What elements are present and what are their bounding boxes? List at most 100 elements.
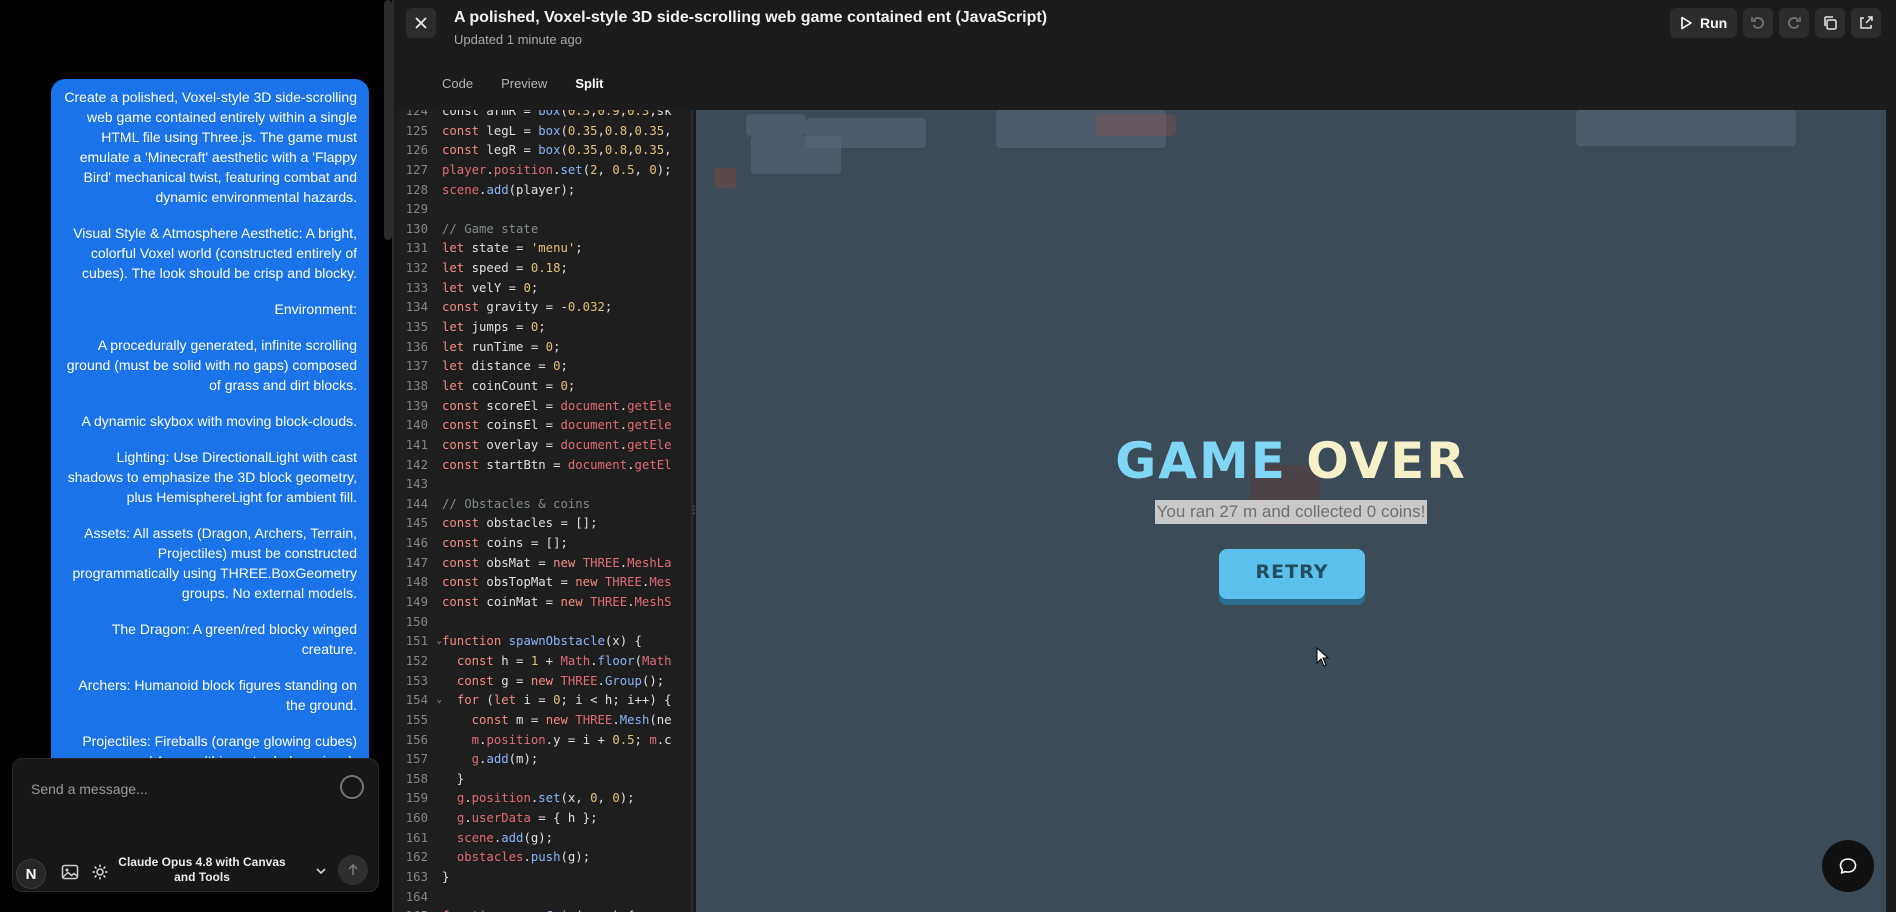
code-line[interactable]: 147 const obsMat = new THREE.MeshLa bbox=[398, 554, 691, 574]
code-line[interactable]: 158 } bbox=[398, 770, 691, 790]
code-line[interactable]: 161 scene.add(g); bbox=[398, 829, 691, 849]
code-line[interactable]: 132 let speed = 0.18; bbox=[398, 259, 691, 279]
chat-scrollbar[interactable] bbox=[384, 0, 392, 240]
line-number: 156 bbox=[405, 732, 428, 747]
code-line[interactable]: 163} bbox=[398, 868, 691, 888]
code-text: const overlay = document.getEle bbox=[442, 437, 672, 452]
line-number: 155 bbox=[405, 712, 428, 727]
code-text: let velY = 0; bbox=[442, 280, 539, 295]
chevron-down-icon[interactable] bbox=[315, 865, 327, 877]
code-line[interactable]: 145 const obstacles = []; bbox=[398, 514, 691, 534]
code-line[interactable]: 127 player.position.set(2, 0.5, 0); bbox=[398, 161, 691, 181]
code-line[interactable]: 137 let distance = 0; bbox=[398, 357, 691, 377]
code-text: // Game state bbox=[442, 221, 539, 236]
line-number: 157 bbox=[405, 752, 428, 767]
code-line[interactable]: 136 let runTime = 0; bbox=[398, 338, 691, 358]
chat-history[interactable]: Create a polished, Voxel-style 3D side-s… bbox=[0, 0, 392, 758]
line-number: 162 bbox=[405, 850, 428, 865]
code-line[interactable]: 129 bbox=[398, 200, 691, 220]
code-text: let jumps = 0; bbox=[442, 320, 546, 335]
code-line[interactable]: 124 const armR = box(0.3,0.9,0.3,sk bbox=[398, 110, 691, 122]
code-text: g.add(m); bbox=[471, 752, 539, 767]
code-line[interactable]: 154 ⌄ for (let i = 0; i < h; i++) { bbox=[398, 691, 691, 711]
line-number: 134 bbox=[405, 300, 428, 315]
code-line[interactable]: 134 const gravity = -0.032; bbox=[398, 298, 691, 318]
code-editor[interactable]: 124 const armR = box(0.3,0.9,0.3,sk 125 con… bbox=[398, 110, 691, 912]
image-icon[interactable] bbox=[61, 863, 79, 881]
code-line[interactable]: 130 // Game state bbox=[398, 220, 691, 240]
model-selector[interactable]: Claude Opus 4.8 with Canvas and Tools bbox=[117, 855, 287, 885]
code-line[interactable]: 128 scene.add(player); bbox=[398, 181, 691, 201]
code-line[interactable]: 151 ⌄ function spawnObstacle(x) { bbox=[398, 632, 691, 652]
chat-panel: Create a polished, Voxel-style 3D side-s… bbox=[0, 0, 392, 912]
code-line[interactable]: 141 const overlay = document.getEle bbox=[398, 436, 691, 456]
line-number: 139 bbox=[405, 398, 428, 413]
code-text: const coinsEl = document.getEle bbox=[442, 418, 672, 433]
code-line[interactable]: 140 const coinsEl = document.getEle bbox=[398, 416, 691, 436]
play-icon bbox=[1681, 16, 1692, 30]
fold-chevron-icon[interactable]: ⌄ bbox=[437, 691, 442, 711]
code-line[interactable]: 138 let coinCount = 0; bbox=[398, 377, 691, 397]
code-line[interactable]: 165function spawnCoin(x, y) { bbox=[398, 907, 691, 912]
line-number: 138 bbox=[405, 378, 428, 393]
line-number: 131 bbox=[405, 241, 428, 256]
cloud-block bbox=[806, 118, 926, 148]
retry-button[interactable]: RETRY bbox=[1219, 549, 1365, 599]
share-button[interactable] bbox=[1851, 8, 1882, 38]
tab-split[interactable]: Split bbox=[561, 76, 617, 91]
code-line[interactable]: 157 g.add(m); bbox=[398, 750, 691, 770]
code-line[interactable]: 125 const legL = box(0.35,0.8,0.35, bbox=[398, 122, 691, 142]
tab-code[interactable]: Code bbox=[428, 76, 487, 91]
line-number: 160 bbox=[405, 811, 428, 826]
code-line[interactable]: 155 const m = new THREE.Mesh(ne bbox=[398, 711, 691, 731]
code-line[interactable]: 133 let velY = 0; bbox=[398, 279, 691, 299]
line-number: 141 bbox=[405, 437, 428, 452]
gear-icon[interactable] bbox=[91, 863, 109, 881]
code-line[interactable]: 153 const g = new THREE.Group(); bbox=[398, 672, 691, 692]
code-line[interactable]: 149 const coinMat = new THREE.MeshS bbox=[398, 593, 691, 613]
chat-bubble-button[interactable] bbox=[1822, 840, 1874, 892]
code-line[interactable]: 159 g.position.set(x, 0, 0); bbox=[398, 789, 691, 809]
code-line[interactable]: 164 bbox=[398, 888, 691, 908]
code-text: const gravity = -0.032; bbox=[442, 300, 613, 315]
message-input[interactable] bbox=[31, 781, 331, 797]
code-line[interactable]: 139 const scoreEl = document.getEle bbox=[398, 397, 691, 417]
code-line[interactable]: 126 const legR = box(0.35,0.8,0.35, bbox=[398, 141, 691, 161]
line-number: 142 bbox=[405, 457, 428, 472]
n-badge-button[interactable]: N bbox=[16, 859, 46, 889]
code-text: m.position.y = i + 0.5; m.c bbox=[471, 732, 672, 747]
send-button[interactable] bbox=[338, 855, 368, 885]
line-number: 158 bbox=[405, 771, 428, 786]
code-text: const startBtn = document.getEl bbox=[442, 457, 672, 472]
tab-preview[interactable]: Preview bbox=[487, 76, 561, 91]
game-summary: You ran 27 m and collected 0 coins! bbox=[696, 500, 1886, 524]
code-line[interactable]: 135 let jumps = 0; bbox=[398, 318, 691, 338]
line-number: 135 bbox=[405, 320, 428, 335]
code-line[interactable]: 152 const h = 1 + Math.floor(Math bbox=[398, 652, 691, 672]
code-line[interactable]: 150 bbox=[398, 613, 691, 633]
redo-button[interactable] bbox=[1779, 8, 1810, 38]
copy-button[interactable] bbox=[1815, 8, 1846, 38]
undo-button[interactable] bbox=[1743, 8, 1774, 38]
code-line[interactable]: 148 const obsTopMat = new THREE.Mes bbox=[398, 573, 691, 593]
code-line[interactable]: 160 g.userData = { h }; bbox=[398, 809, 691, 829]
code-line[interactable]: 143 bbox=[398, 475, 691, 495]
cloud-block bbox=[714, 168, 736, 188]
code-text: // Obstacles & coins bbox=[442, 496, 591, 511]
code-text: obstacles.push(g); bbox=[456, 850, 591, 865]
code-line[interactable]: 131 let state = 'menu'; bbox=[398, 239, 691, 259]
code-line[interactable]: 144 // Obstacles & coins bbox=[398, 495, 691, 515]
close-icon bbox=[415, 17, 427, 29]
code-line[interactable]: 146 const coins = []; bbox=[398, 534, 691, 554]
code-line[interactable]: 142 const startBtn = document.getEl bbox=[398, 456, 691, 476]
artifact-updated-time: Updated 1 minute ago bbox=[454, 32, 582, 47]
fold-chevron-icon[interactable]: ⌄ bbox=[437, 632, 442, 652]
run-button[interactable]: Run bbox=[1670, 8, 1738, 38]
code-line[interactable]: 156 m.position.y = i + 0.5; m.c bbox=[398, 731, 691, 751]
code-line[interactable]: 162 obstacles.push(g); bbox=[398, 848, 691, 868]
view-tabs: Code Preview Split bbox=[428, 76, 618, 91]
code-text: } bbox=[442, 869, 450, 884]
close-button[interactable] bbox=[406, 8, 436, 38]
game-preview[interactable]: GAME OVER You ran 27 m and collected 0 c… bbox=[696, 110, 1886, 912]
share-icon bbox=[1860, 16, 1873, 29]
